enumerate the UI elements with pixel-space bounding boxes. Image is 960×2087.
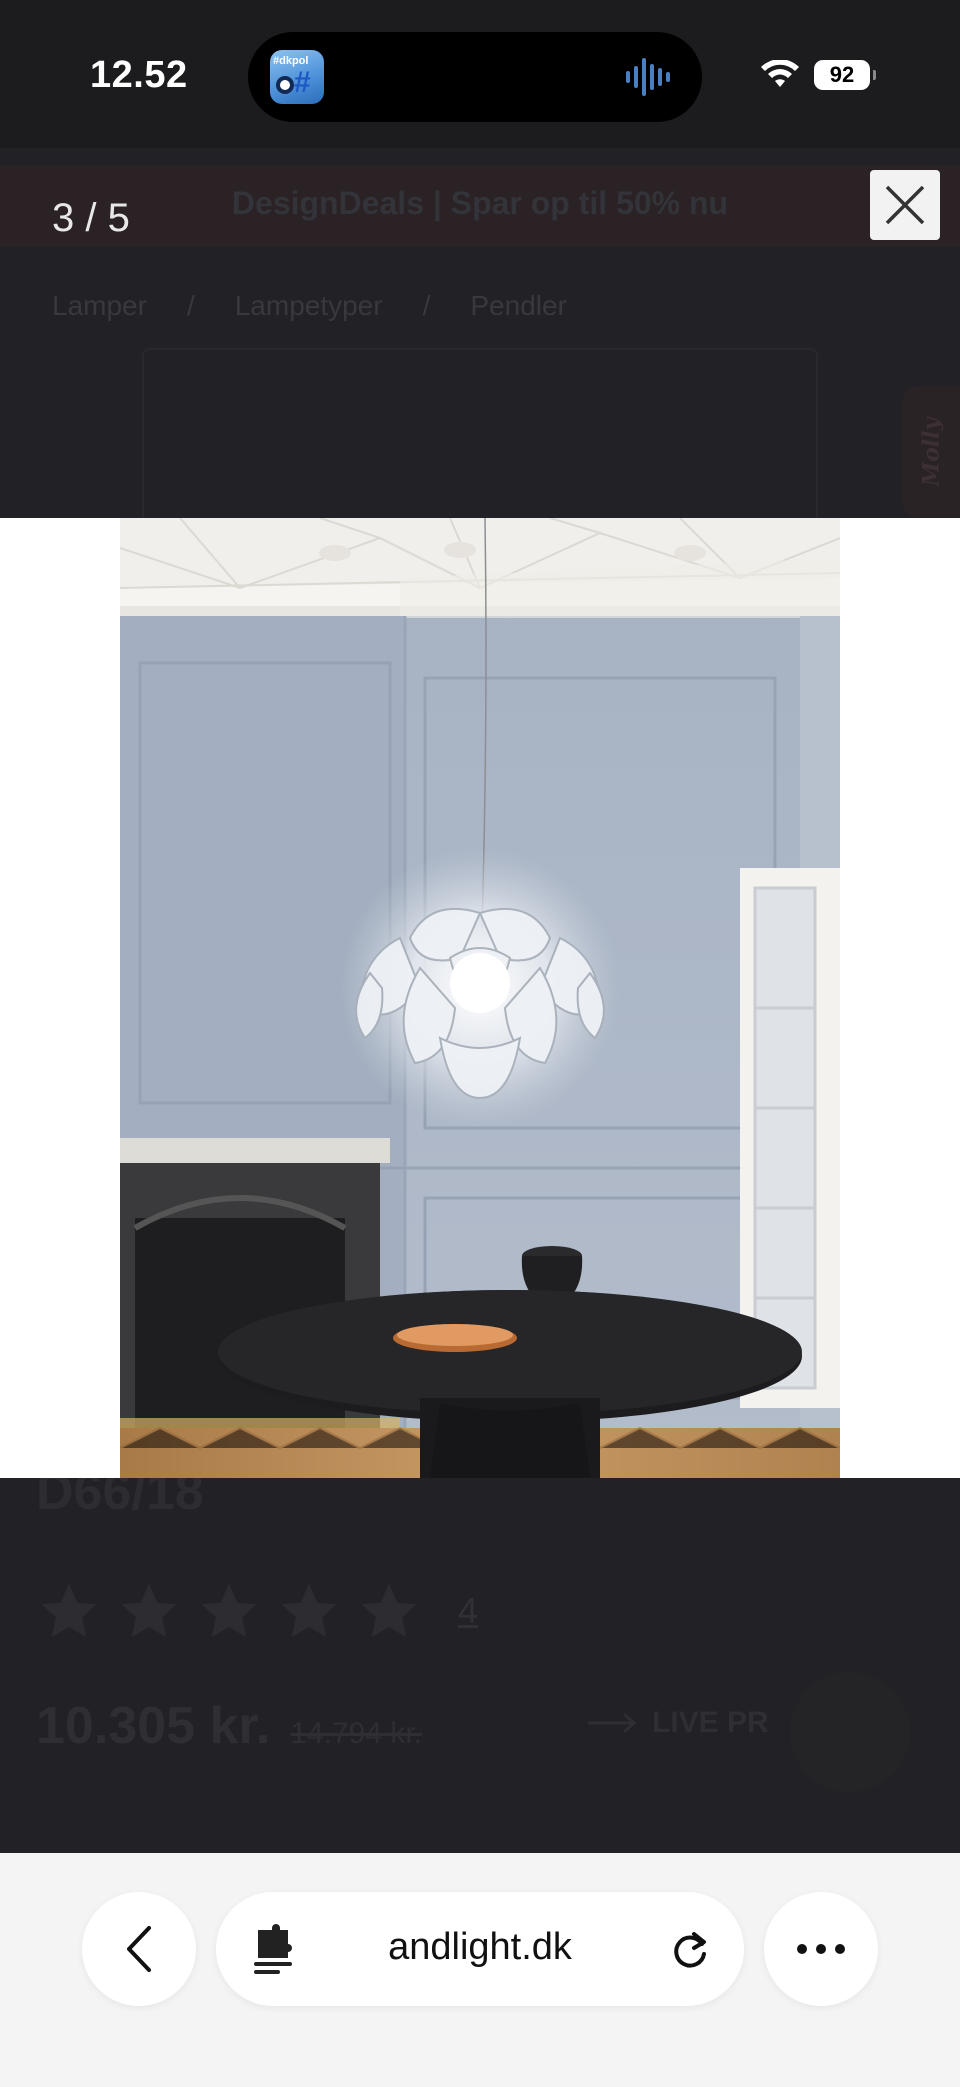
close-icon — [885, 185, 925, 225]
breadcrumb: Lamper / Lampetyper / Pendler — [52, 290, 567, 321]
old-price: 14.794 kr. — [290, 1717, 422, 1750]
current-price: 10.305 kr. — [36, 1697, 271, 1755]
address-bar[interactable]: andlight.dk — [216, 1892, 744, 2006]
breadcrumb-item: Lampetyper — [234, 290, 383, 321]
more-options-button[interactable] — [764, 1892, 878, 2006]
more-dots-icon — [797, 1944, 845, 1954]
chat-bubble-button — [790, 1672, 910, 1792]
promo-text: DesignDeals | Spar op til 50% nu — [231, 185, 729, 221]
molly-chat-tab: Molly — [902, 386, 960, 518]
chevron-left-icon — [127, 1926, 151, 1972]
star-icon — [121, 1583, 177, 1638]
dynamic-island[interactable]: #dkpol # — [248, 32, 702, 122]
dimmed-product-image — [142, 348, 818, 518]
rating-stars: 4 — [36, 1578, 478, 1644]
arrow-right-icon — [588, 1712, 637, 1734]
star-icon — [361, 1583, 417, 1638]
url-text: andlight.dk — [388, 1926, 572, 1968]
review-count: 4 — [458, 1590, 479, 1631]
breadcrumb-item: Lamper — [52, 290, 147, 321]
status-bar: 12.52 #dkpol # 92 — [0, 0, 960, 148]
live-price-label: LIVE PR — [586, 1706, 769, 1740]
star-icon — [201, 1583, 257, 1638]
price-row: 10.305 kr. 14.794 kr. — [36, 1696, 422, 1756]
wifi-icon — [761, 60, 799, 87]
audio-waveform-icon — [626, 58, 670, 96]
pendant-lamp-room-image — [120, 518, 840, 1478]
product-photo[interactable] — [120, 518, 840, 1478]
star-icon — [281, 1583, 337, 1638]
reload-icon[interactable] — [668, 1928, 712, 1972]
live-activity-app-icon[interactable]: #dkpol # — [270, 50, 324, 104]
star-icon — [41, 1583, 97, 1638]
breadcrumb-item: Pendler — [470, 290, 567, 321]
close-viewer-button[interactable] — [870, 170, 940, 240]
previous-image-button[interactable] — [42, 960, 82, 1040]
next-image-button[interactable] — [880, 960, 920, 1040]
image-counter: 3 / 5 — [52, 196, 130, 240]
battery-indicator: 92 — [814, 60, 876, 90]
back-button[interactable] — [82, 1892, 196, 2006]
status-time: 12.52 — [90, 54, 188, 96]
